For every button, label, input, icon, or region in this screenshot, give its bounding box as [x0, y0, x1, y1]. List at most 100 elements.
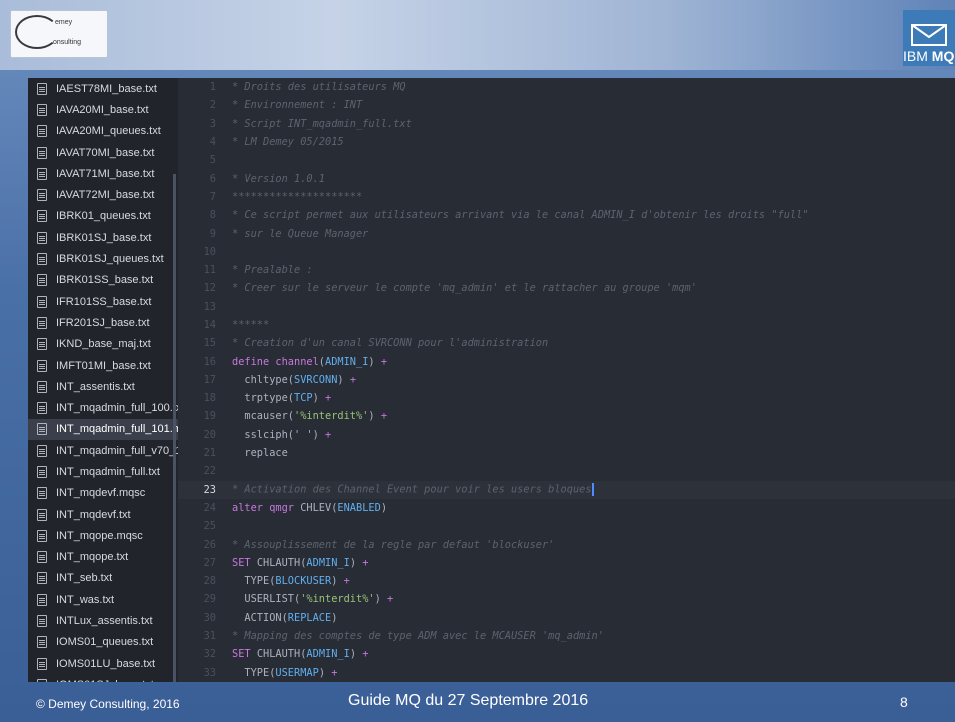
file-tree-item[interactable]: IMFT01MI_base.txt: [28, 355, 178, 376]
demey-consulting-logo: emey onsulting: [10, 10, 108, 58]
line-number: 25: [203, 520, 216, 533]
file-tree-item[interactable]: IBRK01SS_base.txt: [28, 270, 178, 291]
code-line[interactable]: 25: [178, 517, 955, 535]
code-line[interactable]: 8 * Ce script permet aux utilisateurs arr…: [178, 206, 955, 224]
file-tree-item-label: IBRK01SJ_queues.txt: [56, 253, 164, 266]
line-number: 15: [203, 337, 216, 350]
code-line[interactable]: 33 TYPE(USERMAP) +: [178, 664, 955, 682]
code-line[interactable]: 17 chltype(SVRCONN) +: [178, 371, 955, 389]
file-tree-item[interactable]: IOMS01_queues.txt: [28, 632, 178, 653]
file-tree-item[interactable]: INT_mqdevf.txt: [28, 504, 178, 525]
code-line[interactable]: 15 * Creation d'un canal SVRCONN pour l'a…: [178, 334, 955, 352]
file-tree-item[interactable]: IAEST78MI_base.txt: [28, 78, 178, 99]
file-tree-item[interactable]: IKND_base_maj.txt: [28, 334, 178, 355]
file-tree-item[interactable]: IBRK01SJ_base.txt: [28, 227, 178, 248]
code-token: '%interdit%': [294, 410, 369, 423]
file-icon: [37, 423, 47, 436]
ibm-label: IBM: [903, 48, 932, 64]
file-tree-item[interactable]: IFR201SJ_base.txt: [28, 312, 178, 333]
file-tree-item[interactable]: IOMS01LU_base.txt: [28, 653, 178, 674]
file-tree-item[interactable]: INT_mqadmin_full.txt: [28, 461, 178, 482]
code-line[interactable]: 16 define channel(ADMIN_I) +: [178, 352, 955, 370]
code-text: mcauser('%interdit%') +: [232, 410, 387, 422]
code-token: alter qmgr: [232, 501, 301, 514]
file-tree-item[interactable]: INT_mqope.mqsc: [28, 525, 178, 546]
code-token: ): [374, 593, 388, 606]
mq-label: MQ: [931, 48, 955, 64]
code-line[interactable]: 27 SET CHLAUTH(ADMIN_I) +: [178, 554, 955, 572]
file-tree-panel[interactable]: IAEST78MI_base.txt IAVA20MI_base.txt IAVA2…: [28, 78, 178, 682]
line-number: 7: [209, 190, 216, 203]
code-line[interactable]: 28 TYPE(BLOCKUSER) +: [178, 572, 955, 590]
code-line[interactable]: 18 trptype(TCP) +: [178, 389, 955, 407]
code-token: SET: [232, 648, 257, 661]
code-line[interactable]: 1 * Droits des utilisateurs MQ: [178, 78, 955, 96]
line-number: 10: [203, 245, 216, 258]
code-line[interactable]: 10: [178, 243, 955, 261]
file-tree-item[interactable]: INT_mqadmin_full_v70_1: [28, 440, 178, 461]
file-tree-item[interactable]: INT_mqadmin_full_101.m: [28, 418, 178, 441]
code-editor-window: IAEST78MI_base.txt IAVA20MI_base.txt IAVA2…: [28, 78, 955, 682]
code-token: +: [325, 392, 332, 405]
file-icon: [37, 657, 47, 670]
code-text: * Creer sur le serveur le compte 'mq_adm…: [232, 282, 697, 294]
file-tree-item[interactable]: INT_was.txt: [28, 589, 178, 610]
file-tree-item[interactable]: IOMS01SJ_base.txt: [28, 674, 178, 682]
file-tree-item[interactable]: IAVAT70MI_base.txt: [28, 142, 178, 163]
file-tree-scrollbar[interactable]: [173, 174, 176, 682]
code-line[interactable]: 22: [178, 462, 955, 480]
file-tree-item[interactable]: INT_assentis.txt: [28, 376, 178, 397]
code-token: SVRCONN: [294, 373, 338, 386]
code-line[interactable]: 19 mcauser('%interdit%') +: [178, 407, 955, 425]
file-tree-item[interactable]: IAVA20MI_queues.txt: [28, 121, 178, 142]
code-line[interactable]: 14 ******: [178, 316, 955, 334]
code-token: define channel: [232, 355, 319, 368]
code-text: trptype(TCP) +: [232, 392, 331, 404]
file-tree-item[interactable]: INTLux_assentis.txt: [28, 610, 178, 631]
code-line[interactable]: 11 * Prealable :: [178, 261, 955, 279]
code-line[interactable]: 31 * Mapping des comptes de type ADM avec…: [178, 627, 955, 645]
code-line[interactable]: 32 SET CHLAUTH(ADMIN_I) +: [178, 645, 955, 663]
file-tree-item[interactable]: INT_mqdevf.mqsc: [28, 483, 178, 504]
line-number: 12: [203, 282, 216, 295]
code-line[interactable]: 23 * Activation des Channel Event pour vo…: [178, 480, 955, 499]
code-token: CHLAUTH(: [256, 556, 307, 569]
code-line[interactable]: 29 USERLIST('%interdit%') +: [178, 590, 955, 608]
code-token: * LM Demey 05/2015: [232, 136, 344, 149]
file-tree-item[interactable]: IBRK01_queues.txt: [28, 206, 178, 227]
code-line[interactable]: 6 * Version 1.0.1: [178, 169, 955, 187]
code-text: ******: [232, 319, 269, 331]
code-line[interactable]: 2 * Environnement : INT: [178, 96, 955, 114]
file-tree-item[interactable]: IFR101SS_base.txt: [28, 291, 178, 312]
code-line[interactable]: 12 * Creer sur le serveur le compte 'mq_a…: [178, 279, 955, 297]
code-line[interactable]: 20 sslciph(' ') +: [178, 426, 955, 444]
file-icon: [37, 82, 47, 95]
code-line[interactable]: 26 * Assouplissement de la regle par defa…: [178, 535, 955, 553]
code-line[interactable]: 3 * Script INT_mqadmin_full.txt: [178, 115, 955, 133]
file-tree-item[interactable]: IAVAT71MI_base.txt: [28, 163, 178, 184]
logo-text-bottom: onsulting: [53, 39, 82, 46]
file-tree-item[interactable]: INT_seb.txt: [28, 568, 178, 589]
code-text: * Version 1.0.1: [232, 173, 325, 185]
footer-title: Guide MQ du 27 Septembre 2016: [348, 692, 589, 709]
file-tree-item[interactable]: INT_mqadmin_full_100.tx: [28, 397, 178, 418]
file-tree-item[interactable]: IBRK01SJ_queues.txt: [28, 248, 178, 269]
code-line[interactable]: 9 * sur le Queue Manager: [178, 224, 955, 242]
code-text: * Assouplissement de la regle par defaut…: [232, 539, 554, 551]
code-line[interactable]: 24 alter qmgr CHLEV(ENABLED): [178, 499, 955, 517]
file-tree-item[interactable]: IAVA20MI_base.txt: [28, 99, 178, 120]
code-text: * Activation des Channel Event pour voir…: [232, 483, 594, 497]
file-tree-item[interactable]: IAVAT72MI_base.txt: [28, 184, 178, 205]
code-line[interactable]: 4 * LM Demey 05/2015: [178, 133, 955, 151]
code-text: chltype(SVRCONN) +: [232, 374, 356, 386]
code-line[interactable]: 13: [178, 298, 955, 316]
code-line[interactable]: 30 ACTION(REPLACE): [178, 609, 955, 627]
code-token: BLOCKUSER: [275, 575, 332, 588]
code-line[interactable]: 5: [178, 151, 955, 169]
file-tree-item[interactable]: INT_mqope.txt: [28, 547, 178, 568]
file-icon: [37, 316, 47, 329]
code-line[interactable]: 21 replace: [178, 444, 955, 462]
code-area[interactable]: 1 * Droits des utilisateurs MQ 2 * Environn…: [178, 78, 955, 682]
code-line[interactable]: 7 *********************: [178, 188, 955, 206]
envelope-icon: [911, 24, 947, 46]
